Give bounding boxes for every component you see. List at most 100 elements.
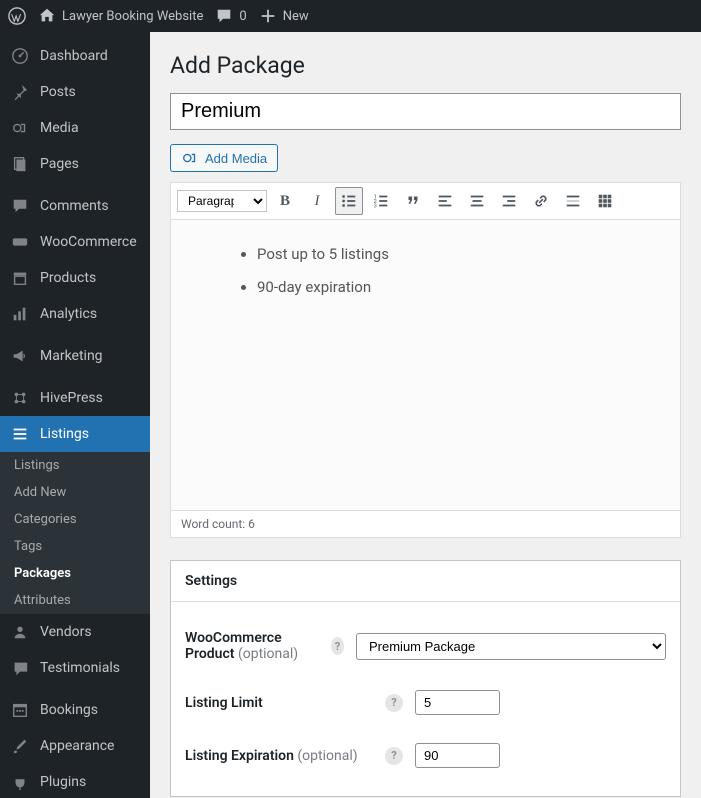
field-optional: (optional)	[238, 646, 298, 662]
woo-product-select[interactable]: Premium Package	[356, 633, 666, 660]
word-count: Word count: 6	[171, 510, 680, 537]
calendar-icon	[10, 700, 30, 720]
dashboard-icon	[10, 46, 30, 66]
archive-icon	[10, 268, 30, 288]
comments-link[interactable]: 0	[215, 7, 246, 25]
quote-icon	[10, 658, 30, 678]
svg-text:3: 3	[374, 203, 377, 209]
menu-label: Vendors	[40, 624, 92, 640]
menu-item-hivepress[interactable]: HivePress	[0, 380, 150, 416]
menu-label: HivePress	[40, 390, 103, 406]
wp-logo[interactable]	[8, 7, 26, 25]
field-label: Listing Expiration	[185, 748, 294, 764]
menu-item-products[interactable]: Products	[0, 260, 150, 296]
menu-item-plugins[interactable]: Plugins	[0, 764, 150, 798]
pages-icon	[10, 154, 30, 174]
menu-item-dashboard[interactable]: Dashboard	[0, 38, 150, 74]
menu-item-vendors[interactable]: Vendors	[0, 614, 150, 650]
field-listing-limit: Listing Limit ?	[185, 676, 666, 729]
bold-button[interactable]: B	[271, 187, 299, 215]
link-button[interactable]	[527, 187, 555, 215]
submenu-item-categories[interactable]: Categories	[0, 506, 150, 533]
menu-label: Marketing	[40, 348, 103, 364]
add-media-label: Add Media	[205, 151, 267, 166]
toolbar-toggle-button[interactable]	[591, 187, 619, 215]
comment-count: 0	[239, 9, 246, 24]
menu-item-woocommerce[interactable]: WooCommerce	[0, 224, 150, 260]
menu-label: Bookings	[40, 702, 98, 718]
menu-item-pages[interactable]: Pages	[0, 146, 150, 182]
settings-heading: Settings	[171, 561, 680, 602]
field-listing-expiration: Listing Expiration (optional) ?	[185, 729, 666, 782]
numbered-list-button[interactable]: 123	[367, 187, 395, 215]
help-icon[interactable]: ?	[385, 747, 403, 765]
menu-label: Posts	[40, 84, 76, 100]
align-left-button[interactable]	[431, 187, 459, 215]
menu-label: Pages	[40, 156, 79, 172]
help-icon[interactable]: ?	[385, 694, 403, 712]
submenu: ListingsAdd NewCategoriesTagsPackagesAtt…	[0, 452, 150, 614]
field-optional: (optional)	[297, 748, 357, 764]
add-media-button[interactable]: Add Media	[170, 144, 278, 172]
menu-item-testimonials[interactable]: Testimonials	[0, 650, 150, 686]
editor-toolbar: Paragraph B I 123	[171, 183, 680, 220]
help-icon[interactable]: ?	[331, 637, 344, 655]
menu-label: Comments	[40, 198, 109, 214]
editor: Paragraph B I 123 Post up to 5 listings9…	[170, 182, 681, 538]
submenu-item-attributes[interactable]: Attributes	[0, 587, 150, 614]
submenu-item-add-new[interactable]: Add New	[0, 479, 150, 506]
field-woo-product: WooCommerce Product (optional) ? Premium…	[185, 616, 666, 676]
field-label: Listing Limit	[185, 695, 263, 711]
italic-button[interactable]: I	[303, 187, 331, 215]
comment-icon	[10, 196, 30, 216]
package-title-input[interactable]	[170, 93, 681, 130]
menu-label: Products	[40, 270, 96, 286]
site-name: Lawyer Booking Website	[62, 9, 203, 24]
admin-topbar: Lawyer Booking Website 0 New	[0, 0, 701, 32]
submenu-item-packages[interactable]: Packages	[0, 560, 150, 587]
quote-button[interactable]	[399, 187, 427, 215]
block-format-select[interactable]: Paragraph	[177, 190, 267, 212]
user-icon	[10, 622, 30, 642]
chart-icon	[10, 304, 30, 324]
page-title: Add Package	[170, 44, 681, 93]
woo-icon	[10, 232, 30, 252]
bullet-list-button[interactable]	[335, 187, 363, 215]
menu-label: Testimonials	[40, 660, 120, 676]
megaphone-icon	[10, 346, 30, 366]
menu-item-appearance[interactable]: Appearance	[0, 728, 150, 764]
brush-icon	[10, 736, 30, 756]
new-link[interactable]: New	[259, 7, 309, 25]
new-label: New	[283, 9, 309, 24]
submenu-item-listings[interactable]: Listings	[0, 452, 150, 479]
plug-icon	[10, 772, 30, 792]
settings-panel: Settings WooCommerce Product (optional) …	[170, 560, 681, 797]
menu-label: Plugins	[40, 774, 86, 790]
editor-content[interactable]: Post up to 5 listings90-day expiration	[171, 220, 680, 510]
media-icon	[10, 118, 30, 138]
site-link[interactable]: Lawyer Booking Website	[38, 7, 203, 25]
menu-label: Dashboard	[40, 48, 108, 64]
submenu-item-tags[interactable]: Tags	[0, 533, 150, 560]
menu-item-marketing[interactable]: Marketing	[0, 338, 150, 374]
bullet-item: 90-day expiration	[257, 273, 652, 302]
more-button[interactable]	[559, 187, 587, 215]
menu-item-posts[interactable]: Posts	[0, 74, 150, 110]
main-content: Add Package Add Media Paragraph B I 123	[150, 32, 701, 798]
menu-label: WooCommerce	[40, 234, 137, 250]
listing-expiration-input[interactable]	[415, 743, 500, 768]
menu-label: Listings	[40, 426, 89, 442]
menu-item-bookings[interactable]: Bookings	[0, 692, 150, 728]
menu-item-comments[interactable]: Comments	[0, 188, 150, 224]
align-center-button[interactable]	[463, 187, 491, 215]
menu-label: Appearance	[40, 738, 114, 754]
menu-label: Media	[40, 120, 79, 136]
list-icon	[10, 424, 30, 444]
align-right-button[interactable]	[495, 187, 523, 215]
gear-nodes-icon	[10, 388, 30, 408]
menu-item-media[interactable]: Media	[0, 110, 150, 146]
menu-item-analytics[interactable]: Analytics	[0, 296, 150, 332]
menu-item-listings[interactable]: Listings	[0, 416, 150, 452]
listing-limit-input[interactable]	[415, 690, 500, 715]
pin-icon	[10, 82, 30, 102]
